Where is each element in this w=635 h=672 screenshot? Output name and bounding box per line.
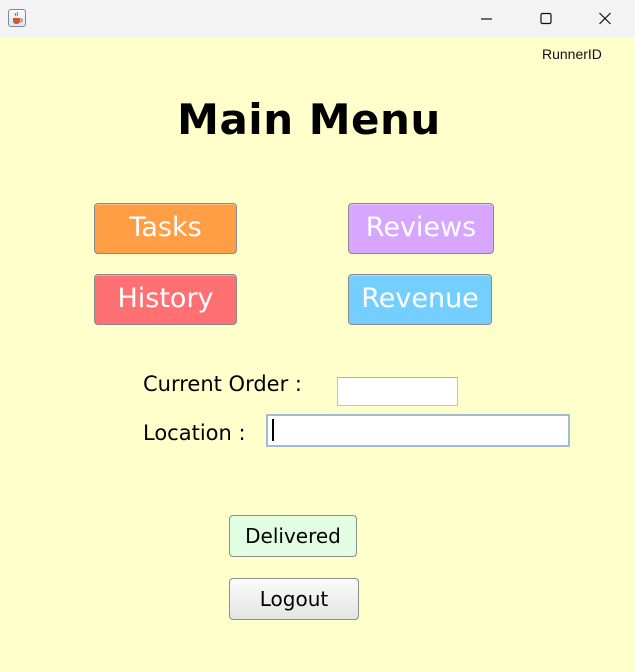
page-title: Main Menu	[177, 95, 441, 144]
current-order-label: Current Order :	[143, 372, 302, 396]
current-order-field[interactable]	[337, 377, 458, 406]
close-button[interactable]	[576, 0, 634, 37]
revenue-button[interactable]: Revenue	[348, 274, 492, 325]
location-label: Location :	[143, 421, 246, 445]
minimize-button[interactable]	[458, 0, 516, 37]
close-icon	[599, 12, 611, 25]
maximize-button[interactable]	[517, 0, 575, 37]
text-caret	[272, 419, 274, 441]
logout-button[interactable]: Logout	[229, 578, 359, 620]
location-field[interactable]	[266, 414, 570, 447]
app-window: RunnerID Main Menu Tasks Reviews History…	[0, 0, 635, 672]
history-button[interactable]: History	[94, 274, 237, 325]
main-menu-panel: RunnerID Main Menu Tasks Reviews History…	[0, 37, 635, 672]
delivered-button[interactable]: Delivered	[229, 515, 357, 557]
reviews-button[interactable]: Reviews	[348, 203, 494, 254]
minimize-icon	[481, 18, 492, 20]
runner-id-label: RunnerID	[542, 46, 602, 62]
maximize-icon	[540, 12, 552, 25]
title-bar	[0, 0, 635, 37]
java-cup-icon	[8, 9, 26, 27]
tasks-button[interactable]: Tasks	[94, 203, 237, 254]
